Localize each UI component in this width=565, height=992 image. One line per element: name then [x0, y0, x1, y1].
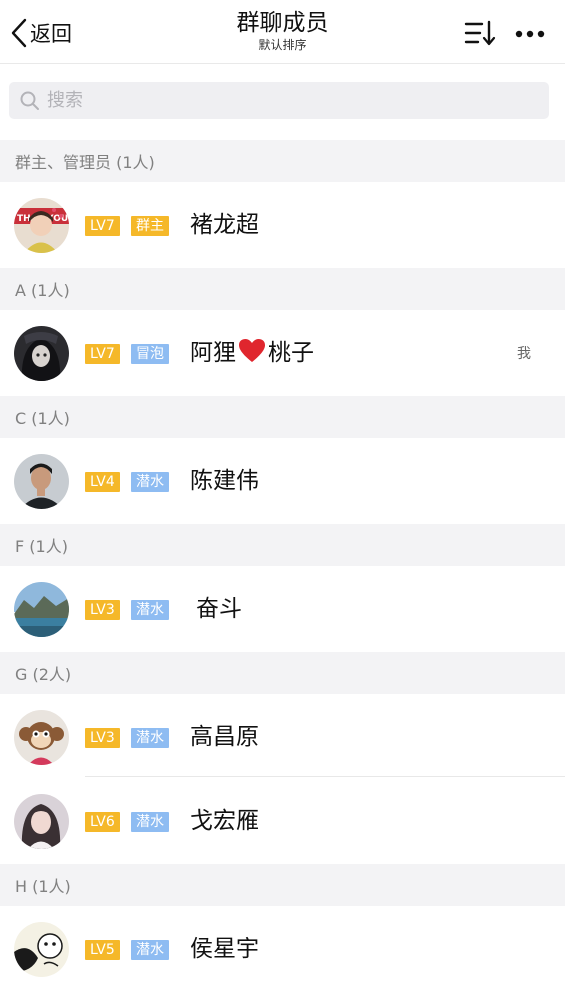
section-header-c: C (1人): [0, 396, 565, 438]
member-name: 奋斗: [196, 596, 242, 622]
role-badge: 冒泡: [131, 344, 169, 364]
member-name: 高昌原: [190, 724, 259, 750]
search-area: [0, 64, 565, 140]
section-header-h: H (1人): [0, 864, 565, 906]
avatar: [14, 454, 69, 509]
level-badge: LV7: [85, 344, 120, 364]
sort-button[interactable]: [462, 18, 498, 48]
avatar: [14, 710, 69, 765]
me-indicator: 我: [517, 346, 531, 362]
more-button[interactable]: [510, 18, 550, 48]
section-header-g: G (2人): [0, 652, 565, 694]
member-row[interactable]: LV7 冒泡 阿狸 桃子 我: [0, 310, 565, 396]
avatar: [14, 922, 69, 977]
member-name-part: 阿狸: [190, 340, 236, 366]
member-row[interactable]: LV3 潜水 奋斗: [0, 566, 565, 652]
sort-list-icon: [462, 20, 498, 52]
level-badge: LV6: [85, 812, 120, 832]
role-badge: 潜水: [131, 728, 169, 748]
member-row[interactable]: THAI YOU LV7 群主 褚龙超: [0, 182, 565, 268]
member-name-part: 桃子: [268, 340, 314, 366]
member-row[interactable]: LV6 潜水 戈宏雁: [0, 778, 565, 864]
more-dots-icon: [510, 30, 550, 52]
search-icon: [19, 90, 41, 112]
level-badge: LV3: [85, 728, 120, 748]
level-badge: LV3: [85, 600, 120, 620]
member-name: 阿狸 桃子: [190, 336, 314, 374]
member-row[interactable]: LV5 潜水 侯星宇: [0, 906, 565, 992]
level-badge: LV7: [85, 216, 120, 236]
search-box[interactable]: [9, 82, 549, 119]
avatar: THAI YOU: [14, 198, 69, 253]
member-row[interactable]: LV3 潜水 高昌原: [0, 694, 565, 780]
section-header-admins: 群主、管理员 (1人): [0, 140, 565, 182]
section-header-f: F (1人): [0, 524, 565, 566]
member-name: 褚龙超: [190, 212, 259, 238]
level-badge: LV5: [85, 940, 120, 960]
role-badge: 潜水: [131, 940, 169, 960]
search-input[interactable]: [47, 90, 527, 111]
role-badge: 潜水: [131, 600, 169, 620]
role-badge: 潜水: [131, 472, 169, 492]
avatar: [14, 794, 69, 849]
heart-icon: [238, 338, 266, 374]
nav-header: 返回 群聊成员 默认排序: [0, 0, 565, 64]
avatar: [14, 582, 69, 637]
row-divider: [85, 776, 565, 777]
member-name: 戈宏雁: [190, 808, 259, 834]
section-header-a: A (1人): [0, 268, 565, 310]
level-badge: LV4: [85, 472, 120, 492]
avatar: [14, 326, 69, 381]
member-name: 陈建伟: [190, 468, 259, 494]
role-badge: 潜水: [131, 812, 169, 832]
member-row[interactable]: LV4 潜水 陈建伟: [0, 438, 565, 524]
member-name: 侯星宇: [190, 936, 259, 962]
role-badge: 群主: [131, 216, 169, 236]
